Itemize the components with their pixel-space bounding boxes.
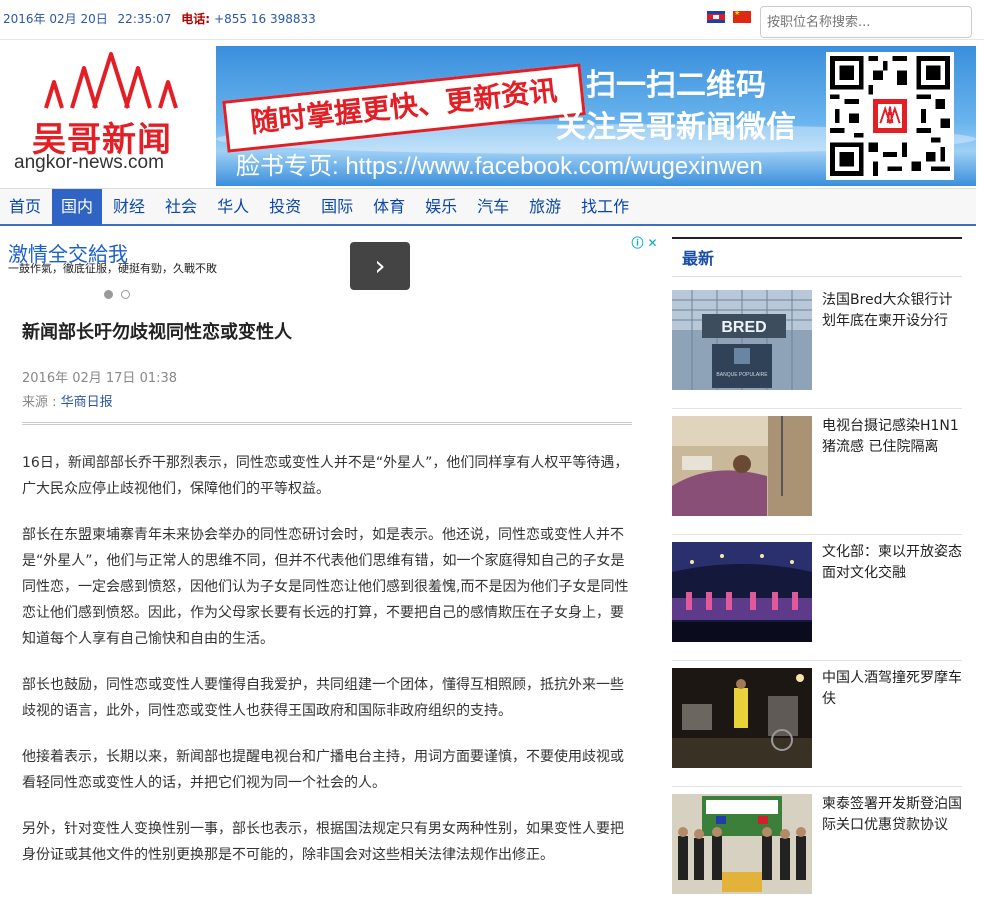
article-paragraph: 16日，新闻部部长乔干那烈表示，同性恋或变性人并不是“外星人”，他们同样享有人权… xyxy=(22,455,629,497)
nav-item[interactable]: 社会 xyxy=(156,189,206,225)
close-icon[interactable]: ✕ xyxy=(645,236,660,251)
nav-item[interactable]: 娱乐 xyxy=(416,189,466,225)
banner-facebook-text: 脸书专页: https://www.facebook.com/wugexinwe… xyxy=(236,153,763,180)
bred-sub-text: BANQUE POPULAIRE xyxy=(716,372,768,378)
main-nav: 首页 国内 财经 社会 华人 投资 国际 体育 娱乐 汽车 旅游 找工作 xyxy=(0,188,976,226)
search-input[interactable] xyxy=(760,6,972,38)
nav-item[interactable]: 体育 xyxy=(364,189,414,225)
article-paragraph: 部长也鼓励，同性恋或变性人要懂得自我爱护，共同组建一个团体，懂得互相照顾，抵抗外… xyxy=(22,677,624,719)
ad-controls: ⓘ ✕ xyxy=(630,236,660,251)
nav-item[interactable]: 华人 xyxy=(208,189,258,225)
nav-item[interactable]: 首页 xyxy=(0,189,50,225)
article-paragraph: 他接着表示，长期以来，新闻部也提醒电视台和广播电台主持，用词方面要谨慎，不要使用… xyxy=(22,749,624,791)
article-title: 新闻部长吁勿歧视同性恋或变性人 xyxy=(22,322,292,343)
hospital-patient-image xyxy=(672,416,812,516)
phone-label: 电话: xyxy=(181,12,211,26)
pager-dot[interactable] xyxy=(121,290,130,299)
source-name: 华商日报 xyxy=(60,395,113,410)
qr-code-icon xyxy=(826,52,954,180)
bred-sign-text: BRED xyxy=(721,319,766,336)
nav-item[interactable]: 国内 xyxy=(52,189,103,225)
article-paragraph: 另外，针对变性人变换性别一事，部长也表示，根据国法规定只有男女两种性别，如果变性… xyxy=(22,821,624,863)
news-thumbnail[interactable] xyxy=(672,416,812,516)
news-title[interactable]: 文化部：柬以开放姿态面对文化交融 xyxy=(822,542,962,584)
news-thumbnail[interactable] xyxy=(672,542,812,642)
sidebar-news-item[interactable]: 柬泰签署开发斯登泊国际关口优惠贷款协议 xyxy=(672,794,962,894)
stage-performance-image xyxy=(672,542,812,642)
sidebar-news-item[interactable]: 文化部：柬以开放姿态面对文化交融 xyxy=(672,542,962,642)
nav-item[interactable]: 汽车 xyxy=(468,189,518,225)
ad-banner[interactable]: 激情全交給我 一鼓作氣，徹底征服，硬挺有勁，久戰不敗 › ⓘ ✕ xyxy=(4,236,664,299)
article-source: 来源 : 华商日报 xyxy=(22,391,113,410)
pager-dot[interactable] xyxy=(104,290,113,299)
phone-number: +855 16 398833 xyxy=(214,12,316,26)
banner-scan-text: 扫一扫二维码 xyxy=(586,68,766,103)
news-title[interactable]: 法国Bred大众银行计划年底在柬开设分行 xyxy=(822,290,962,332)
night-accident-scene-image xyxy=(672,668,812,768)
sidebar-news-item[interactable]: 中国人酒驾撞死罗摩车伕 xyxy=(672,668,962,768)
sidebar-news-item[interactable]: BRED BANQUE POPULAIRE 法国Bred大众银行计划年底在柬开设… xyxy=(672,290,962,390)
nav-item[interactable]: 找工作 xyxy=(572,189,638,225)
sidebar-news-item[interactable]: 电视台摄记感染H1N1猪流感 已住院隔离 xyxy=(672,416,962,516)
logo-domain: angkor-news.com xyxy=(14,152,164,173)
current-time: 22:35:07 xyxy=(117,12,172,26)
top-bar: 2016年 02月 20日 22:35:07 电话: +855 16 398833 xyxy=(0,0,984,40)
sidebar-heading-label[interactable]: 最新 xyxy=(682,245,714,269)
ad-pager xyxy=(104,284,138,303)
ad-subtitle[interactable]: 一鼓作氣，徹底征服，硬挺有勁，久戰不敗 xyxy=(8,262,238,284)
china-flag-icon[interactable] xyxy=(733,9,751,23)
nav-item[interactable]: 国际 xyxy=(312,189,362,225)
nav-item[interactable]: 旅游 xyxy=(520,189,570,225)
ad-next-button[interactable]: › xyxy=(350,242,410,290)
wechat-banner[interactable]: 随时掌握更快、更新资讯 扫一扫二维码 关注吴哥新闻微信 脸书专页: https:… xyxy=(216,46,976,186)
nav-item[interactable]: 投资 xyxy=(260,189,310,225)
current-date: 2016年 02月 20日 xyxy=(3,12,108,26)
signing-ceremony-image xyxy=(672,794,812,894)
article-body: 16日，新闻部部长乔干那烈表示，同性恋或变性人并不是“外星人”，他们同样享有人权… xyxy=(22,450,634,888)
article-divider xyxy=(22,422,632,425)
angkor-temple-icon xyxy=(44,52,178,109)
news-separator xyxy=(672,660,962,661)
news-title[interactable]: 中国人酒驾撞死罗摩车伕 xyxy=(822,668,962,710)
bred-bank-building-image: BRED BANQUE POPULAIRE xyxy=(672,290,812,390)
cambodia-flag-icon[interactable] xyxy=(707,11,725,23)
news-title[interactable]: 电视台摄记感染H1N1猪流感 已住院隔离 xyxy=(822,416,962,458)
site-logo[interactable]: 吴哥新闻 angkor-news.com xyxy=(10,48,210,183)
article-date: 2016年 02月 17日 01:38 xyxy=(22,371,178,386)
top-info: 2016年 02月 20日 22:35:07 电话: +855 16 398833 xyxy=(3,10,322,27)
news-thumbnail[interactable] xyxy=(672,794,812,894)
news-thumbnail[interactable]: BRED BANQUE POPULAIRE xyxy=(672,290,812,390)
news-thumbnail[interactable] xyxy=(672,668,812,768)
nav-list: 首页 国内 财经 社会 华人 投资 国际 体育 娱乐 汽车 旅游 找工作 xyxy=(0,189,976,225)
news-separator xyxy=(672,786,962,787)
banner-follow-text: 关注吴哥新闻微信 xyxy=(556,110,796,145)
nav-item[interactable]: 财经 xyxy=(104,189,154,225)
news-separator xyxy=(672,534,962,535)
news-separator xyxy=(672,408,962,409)
sidebar-heading: 最新 xyxy=(672,237,962,277)
source-label: 来源 : xyxy=(22,395,57,410)
ad-info-icon[interactable]: ⓘ xyxy=(630,236,645,251)
news-title[interactable]: 柬泰签署开发斯登泊国际关口优惠贷款协议 xyxy=(822,794,962,836)
article-paragraph: 部长在东盟柬埔寨青年未来协会举办的同性恋研讨会时，如是表示。他还说，同性恋或变性… xyxy=(22,527,629,647)
